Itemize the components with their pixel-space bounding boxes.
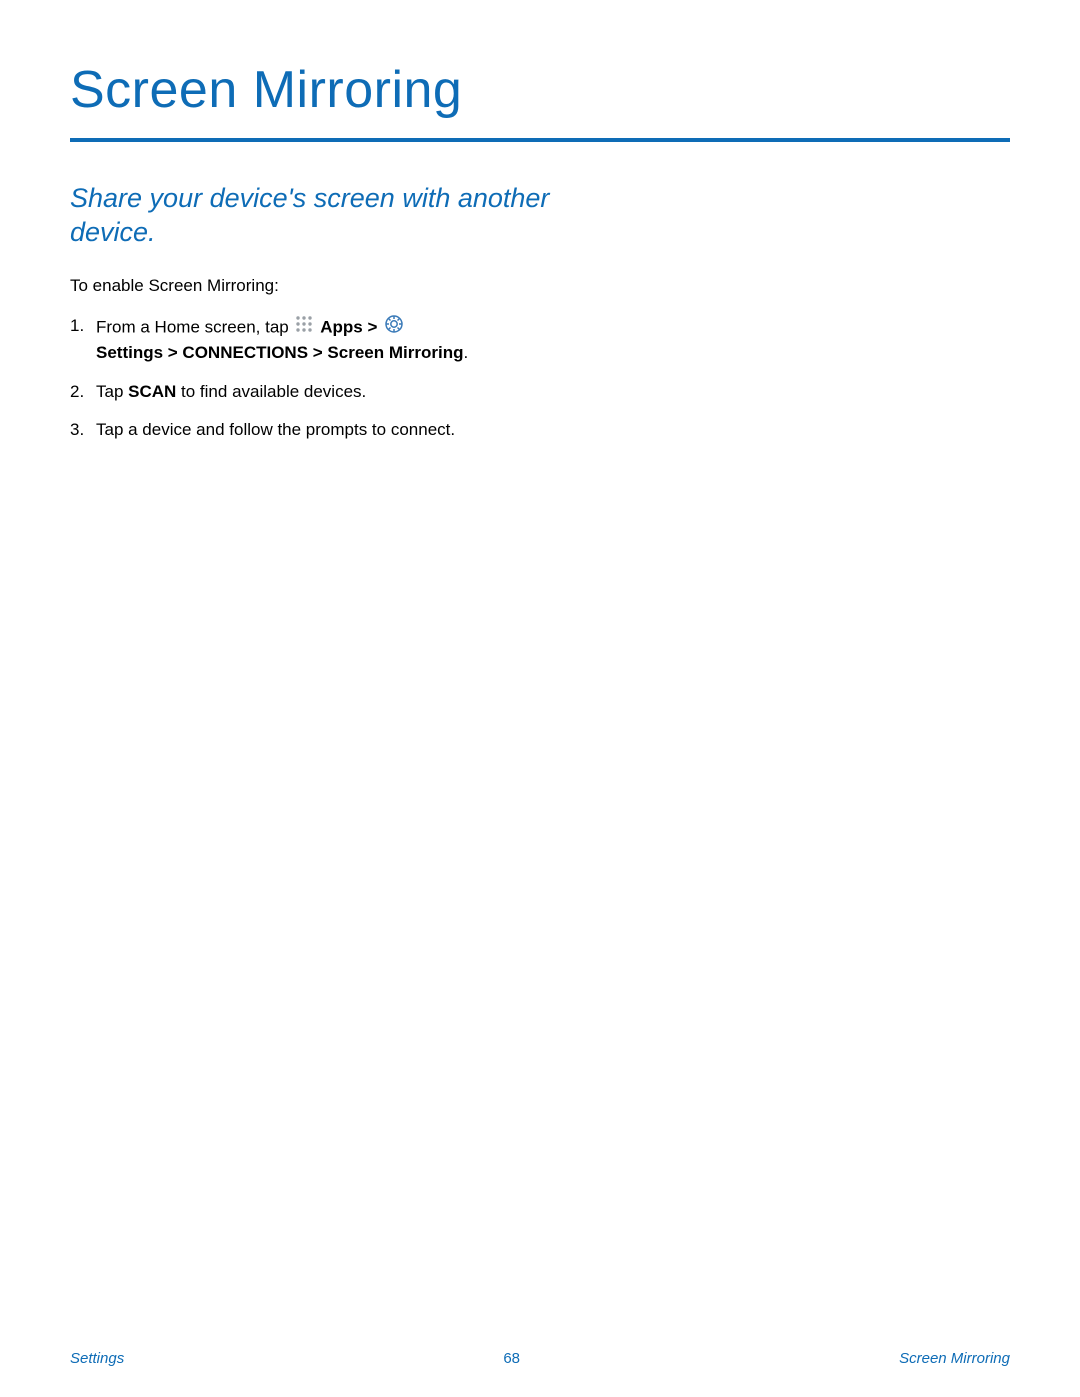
title-rule	[70, 138, 1010, 142]
step-body: Tap SCAN to find available devices.	[96, 380, 550, 405]
apps-grid-icon	[295, 315, 313, 341]
path-separator: >	[367, 317, 382, 336]
intro-text: To enable Screen Mirroring:	[70, 276, 1010, 296]
step-number: 3.	[70, 418, 96, 443]
subtitle: Share your device's screen with another …	[70, 182, 550, 250]
step-2: 2. Tap SCAN to find available devices.	[70, 380, 550, 405]
page-footer: Settings 68 Screen Mirroring	[70, 1350, 1010, 1367]
steps-list: 1. From a Home screen, tap Apps >	[70, 314, 550, 444]
step-text: to find available devices.	[176, 382, 366, 401]
step-text: From a Home screen, tap	[96, 317, 293, 336]
page-title: Screen Mirroring	[70, 60, 1010, 120]
step-text: Tap	[96, 382, 128, 401]
settings-gear-icon	[384, 314, 404, 342]
step-3: 3. Tap a device and follow the prompts t…	[70, 418, 550, 443]
step-number: 1.	[70, 314, 96, 366]
step-text: Tap a device and follow the prompts to c…	[96, 420, 455, 439]
step-body: From a Home screen, tap Apps >	[96, 314, 550, 366]
footer-left: Settings	[70, 1350, 124, 1367]
footer-page-number: 68	[503, 1350, 520, 1367]
step-1: 1. From a Home screen, tap Apps >	[70, 314, 550, 366]
apps-label: Apps	[320, 317, 363, 336]
footer-right: Screen Mirroring	[899, 1350, 1010, 1367]
scan-label: SCAN	[128, 382, 176, 401]
step-text: .	[463, 343, 468, 362]
settings-path: Settings > CONNECTIONS > Screen Mirrorin…	[96, 343, 463, 362]
step-body: Tap a device and follow the prompts to c…	[96, 418, 550, 443]
step-number: 2.	[70, 380, 96, 405]
